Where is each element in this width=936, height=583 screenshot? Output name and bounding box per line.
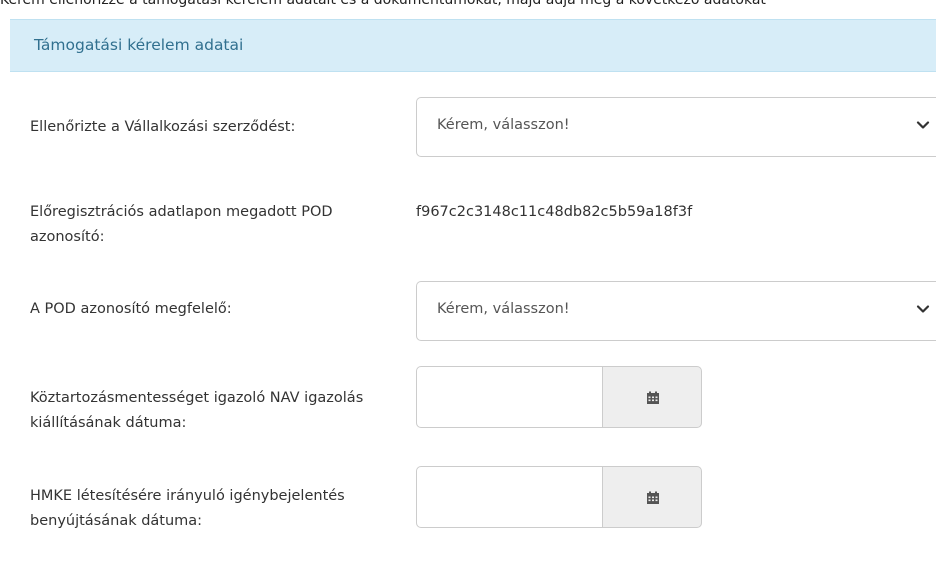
calendar-icon <box>647 391 659 404</box>
nav-date-input[interactable] <box>416 366 603 428</box>
hmke-date-input[interactable] <box>416 466 603 528</box>
pod-ok-select[interactable]: Kérem, válasszon! <box>416 281 936 341</box>
chevron-down-icon <box>916 121 930 129</box>
panel-header: Támogatási kérelem adatai <box>10 19 936 72</box>
nav-date-picker <box>416 366 702 428</box>
form-row-contract-checked: Ellenőrizte a Vállalkozási szerződést: K… <box>0 97 936 159</box>
form-row-nav-date: Köztartozásmentességet igazoló NAV igazo… <box>0 366 936 446</box>
pod-ok-label: A POD azonosító megfelelő: <box>30 301 232 317</box>
contract-checked-select[interactable]: Kérem, válasszon! <box>416 97 936 157</box>
pod-id-value: f967c2c3148c11c48db82c5b59a18f3f <box>416 204 693 220</box>
form-row-pod-id: Előregisztrációs adatlapon megadott POD … <box>0 200 936 260</box>
hmke-date-picker <box>416 466 702 528</box>
hmke-date-calendar-button[interactable] <box>602 466 702 528</box>
contract-checked-label: Ellenőrizte a Vállalkozási szerződést: <box>30 119 296 135</box>
nav-date-calendar-button[interactable] <box>602 366 702 428</box>
calendar-icon <box>647 491 659 504</box>
form-row-hmke-date: HMKE létesítésére irányuló igénybejelent… <box>0 466 936 546</box>
cut-off-instruction-text: Kérem ellenőrizze a támogatási kérelem a… <box>0 0 766 8</box>
form-row-pod-ok: A POD azonosító megfelelő: Kérem, válass… <box>0 281 936 343</box>
pod-id-label: Előregisztrációs adatlapon megadott POD … <box>30 204 333 245</box>
panel-title: Támogatási kérelem adatai <box>34 36 244 54</box>
pod-ok-select-value: Kérem, válasszon! <box>437 301 570 317</box>
contract-checked-select-value: Kérem, válasszon! <box>437 117 570 133</box>
nav-date-label: Köztartozásmentességet igazoló NAV igazo… <box>30 390 364 431</box>
chevron-down-icon <box>916 305 930 313</box>
hmke-date-label: HMKE létesítésére irányuló igénybejelent… <box>30 488 345 529</box>
